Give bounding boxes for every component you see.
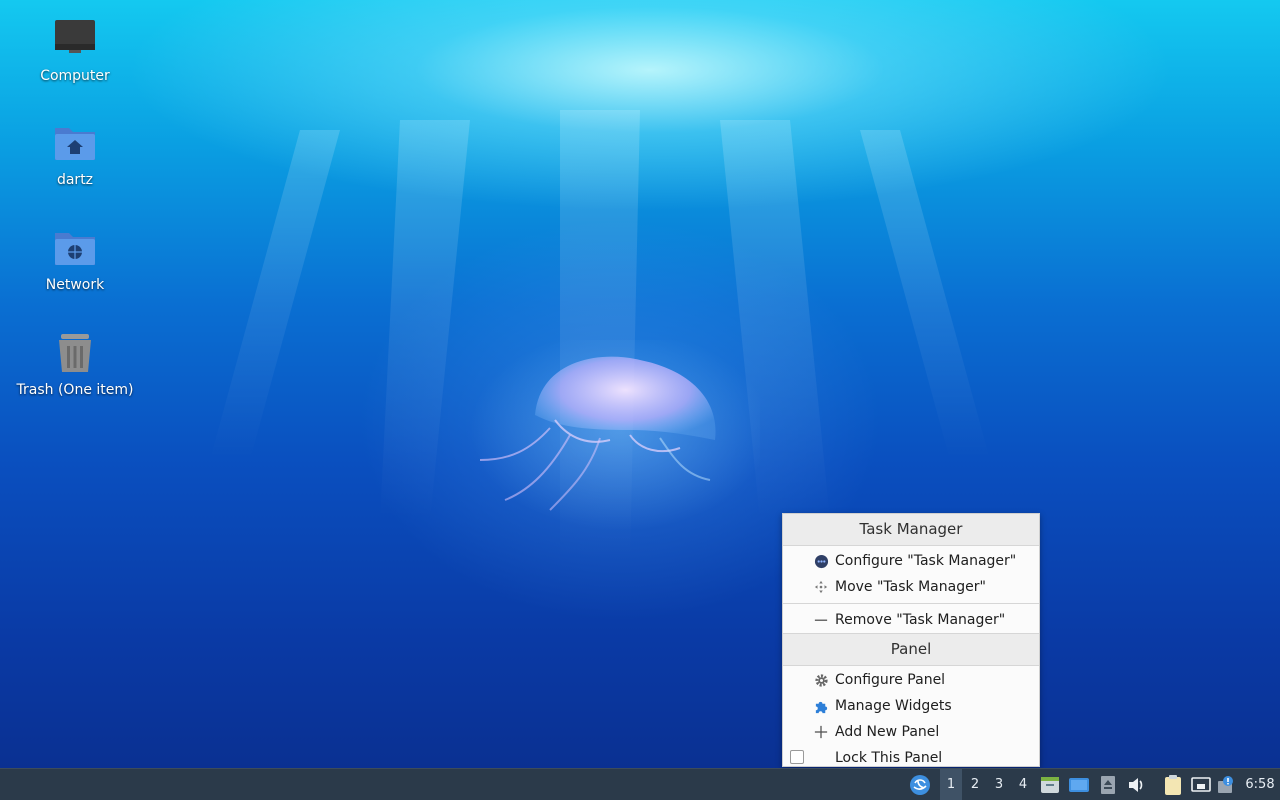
menu-item-add-new-panel[interactable]: Add New Panel (783, 719, 1039, 745)
trash-icon (59, 334, 91, 372)
menu-separator (783, 603, 1039, 604)
show-desktop-icon (1069, 777, 1089, 792)
eject-icon (1101, 775, 1115, 794)
desktop-icon-computer[interactable]: Computer (10, 16, 140, 84)
notification-icon (1218, 775, 1233, 793)
puzzle-icon (813, 698, 829, 714)
removable-media-button[interactable] (1098, 769, 1118, 800)
network-folder-icon (55, 233, 95, 265)
network-tray-button[interactable] (1188, 769, 1214, 800)
menu-item-label: Configure Panel (835, 672, 946, 688)
desktop-icon-label: Trash (One item) (16, 382, 134, 398)
gear-icon (813, 672, 829, 688)
menu-item-configure-task-manager[interactable]: Configure "Task Manager" (783, 548, 1039, 574)
move-icon (813, 579, 829, 595)
task-manager-section-title: Task Manager (783, 514, 1039, 546)
desktop-icon-network[interactable]: Network (10, 225, 140, 293)
remove-icon (813, 612, 829, 628)
volume-icon (1129, 777, 1143, 792)
home-folder-icon (55, 128, 95, 160)
lock-panel-checkbox[interactable] (790, 750, 804, 764)
desktop-switcher-3[interactable]: 3 (988, 769, 1010, 800)
wallpaper-light-rays (210, 110, 990, 560)
desktop-switcher-1[interactable]: 1 (940, 769, 962, 800)
desktop-icon-label: Network (45, 277, 105, 293)
configure-widget-icon (813, 553, 829, 569)
desktop-icon-trash[interactable]: Trash (One item) (10, 330, 140, 398)
plus-icon (813, 724, 829, 740)
clipboard-icon (1165, 774, 1181, 795)
desktop-switcher-4[interactable]: 4 (1012, 769, 1034, 800)
volume-button[interactable] (1124, 769, 1148, 800)
app-menu-icon (910, 774, 930, 795)
computer-icon (55, 20, 95, 53)
menu-item-label: Add New Panel (835, 724, 940, 740)
show-desktop-button[interactable] (1066, 769, 1092, 800)
clock[interactable]: 6:58 (1242, 769, 1278, 800)
desktop-switcher-2[interactable]: 2 (964, 769, 986, 800)
app-menu-button[interactable] (906, 769, 934, 800)
quicklaunch-file-manager[interactable] (1038, 769, 1062, 800)
menu-item-remove-task-manager[interactable]: Remove "Task Manager" (783, 607, 1039, 633)
menu-item-label: Move "Task Manager" (835, 579, 986, 595)
network-wired-icon (1191, 776, 1211, 792)
panel-section-title: Panel (783, 633, 1039, 666)
menu-item-manage-widgets[interactable]: Manage Widgets (783, 693, 1039, 719)
menu-item-label: Manage Widgets (835, 698, 952, 714)
menu-item-move-task-manager[interactable]: Move "Task Manager" (783, 574, 1039, 600)
desktop-icon-label: Computer (40, 68, 110, 84)
clipboard-tray-button[interactable] (1160, 769, 1186, 800)
menu-item-label: Remove "Task Manager" (835, 612, 1006, 628)
desktop-icon-home-folder[interactable]: dartz (10, 120, 140, 188)
menu-item-label: Configure "Task Manager" (835, 553, 1017, 569)
panel-context-menu: Task Manager Configure "Task Manager" Mo… (782, 513, 1040, 767)
menu-item-configure-panel[interactable]: Configure Panel (783, 667, 1039, 693)
wallpaper-jellyfish (470, 340, 760, 530)
menu-item-label: Lock This Panel (835, 750, 943, 766)
notifications-tray-button[interactable] (1214, 769, 1240, 800)
taskbar-panel: 1 2 3 4 6:58 (0, 768, 1280, 800)
file-manager-icon (1041, 776, 1059, 793)
desktop-icon-label: dartz (56, 172, 94, 188)
